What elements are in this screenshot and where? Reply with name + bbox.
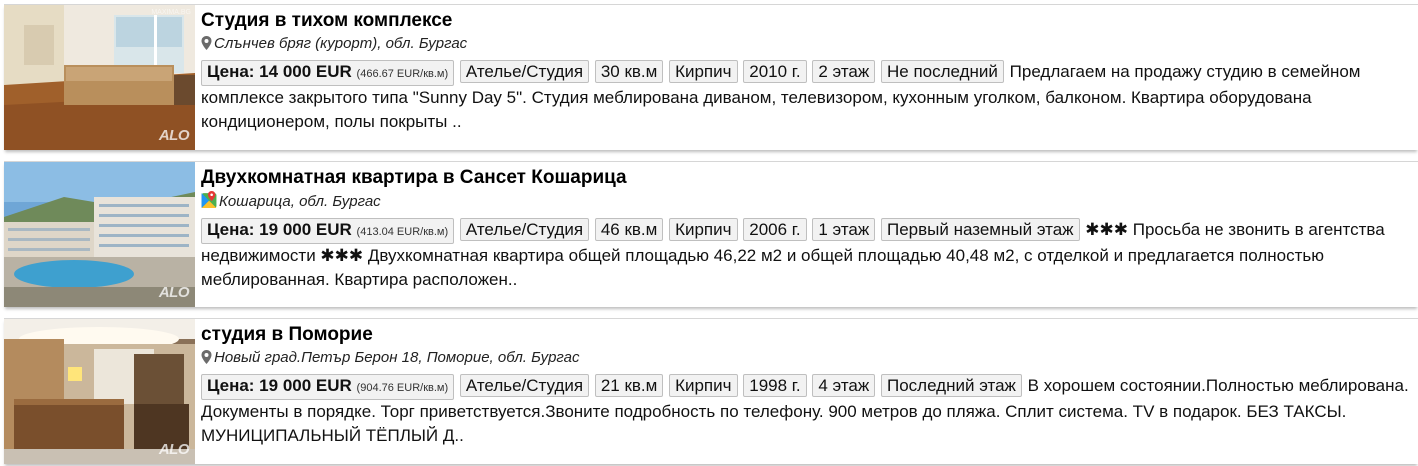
area-tag: 21 кв.м xyxy=(594,374,664,397)
material-tag: Кирпич xyxy=(669,218,738,241)
price-tag: Цена: 14 000 EUR (466.67 EUR/кв.м) xyxy=(201,60,455,86)
listing-photo[interactable]: ALO xyxy=(4,319,195,464)
type-tag: Ателье/Студия xyxy=(459,218,590,241)
price-value: Цена: 14 000 EUR xyxy=(207,62,352,81)
price-per-sqm: (413.04 EUR/кв.м) xyxy=(356,226,449,238)
price-value: Цена: 19 000 EUR xyxy=(207,220,352,239)
location-text: Слънчев бряг (курорт), обл. Бургас xyxy=(214,35,468,52)
listing-title[interactable]: студия в Поморие xyxy=(201,324,1418,346)
floor-position-tag: Последний этаж xyxy=(881,374,1022,397)
area-tag: 30 кв.м xyxy=(594,60,664,83)
listing-location: Слънчев бряг (курорт), обл. Бургас xyxy=(201,34,1418,54)
location-text: Кошарица, обл. Бургас xyxy=(219,193,381,210)
listing-title[interactable]: Двухкомнатная квартира в Сансет Кошарица xyxy=(201,167,1418,189)
material-tag: Кирпич xyxy=(669,60,738,83)
listing-description: Цена: 19 000 EUR (904.76 EUR/кв.м) Атель… xyxy=(201,374,1418,446)
year-tag: 1998 г. xyxy=(743,374,807,397)
listing-content: Студия в тихом комплексе Слънчев бряг (к… xyxy=(201,10,1418,132)
listing-location: Кошарица, обл. Бургас xyxy=(201,191,1418,212)
type-tag: Ателье/Студия xyxy=(459,374,590,397)
listing-card[interactable]: MAXIMA.BG ALO Студия в тихом комплексе С… xyxy=(4,4,1418,150)
price-per-sqm: (904.76 EUR/кв.м) xyxy=(356,382,449,394)
listing-card[interactable]: ALO студия в Поморие Новый град.Петър Бе… xyxy=(4,318,1418,464)
listing-description: Цена: 19 000 EUR (413.04 EUR/кв.м) Атель… xyxy=(201,218,1418,290)
year-tag: 2006 г. xyxy=(743,218,807,241)
floor-position-tag: Первый наземный этаж xyxy=(881,218,1080,241)
watermark: ALO xyxy=(158,284,190,301)
listing-description: Цена: 14 000 EUR (466.67 EUR/кв.м) Атель… xyxy=(201,60,1418,132)
area-tag: 46 кв.м xyxy=(594,218,664,241)
listing-content: студия в Поморие Новый град.Петър Берон … xyxy=(201,324,1418,446)
floor-position-tag: Не последний xyxy=(881,60,1004,83)
location-text: Новый град.Петър Берон 18, Поморие, обл.… xyxy=(214,349,580,366)
floor-tag: 1 этаж xyxy=(812,218,876,241)
watermark: ALO xyxy=(158,441,190,458)
listing-content: Двухкомнатная квартира в Сансет Кошарица… xyxy=(201,167,1418,290)
price-value: Цена: 19 000 EUR xyxy=(207,376,352,395)
listing-card[interactable]: ALO Двухкомнатная квартира в Сансет Коша… xyxy=(4,161,1418,307)
type-tag: Ателье/Студия xyxy=(459,60,590,83)
listing-location: Новый град.Петър Берон 18, Поморие, обл.… xyxy=(201,348,1418,368)
price-tag: Цена: 19 000 EUR (904.76 EUR/кв.м) xyxy=(201,374,455,400)
floor-tag: 4 этаж xyxy=(812,374,876,397)
price-tag: Цена: 19 000 EUR (413.04 EUR/кв.м) xyxy=(201,218,455,244)
google-maps-icon[interactable] xyxy=(201,191,217,208)
watermark-top: MAXIMA.BG xyxy=(151,9,191,16)
floor-tag: 2 этаж xyxy=(812,60,876,83)
map-pin-icon xyxy=(201,350,212,364)
price-per-sqm: (466.67 EUR/кв.м) xyxy=(356,68,449,80)
map-pin-icon xyxy=(201,36,212,50)
listing-photo[interactable]: ALO xyxy=(4,162,195,307)
watermark: ALO xyxy=(158,127,190,144)
material-tag: Кирпич xyxy=(669,374,738,397)
year-tag: 2010 г. xyxy=(743,60,807,83)
listing-photo[interactable]: MAXIMA.BG ALO xyxy=(4,5,195,150)
listing-title[interactable]: Студия в тихом комплексе xyxy=(201,10,1418,32)
